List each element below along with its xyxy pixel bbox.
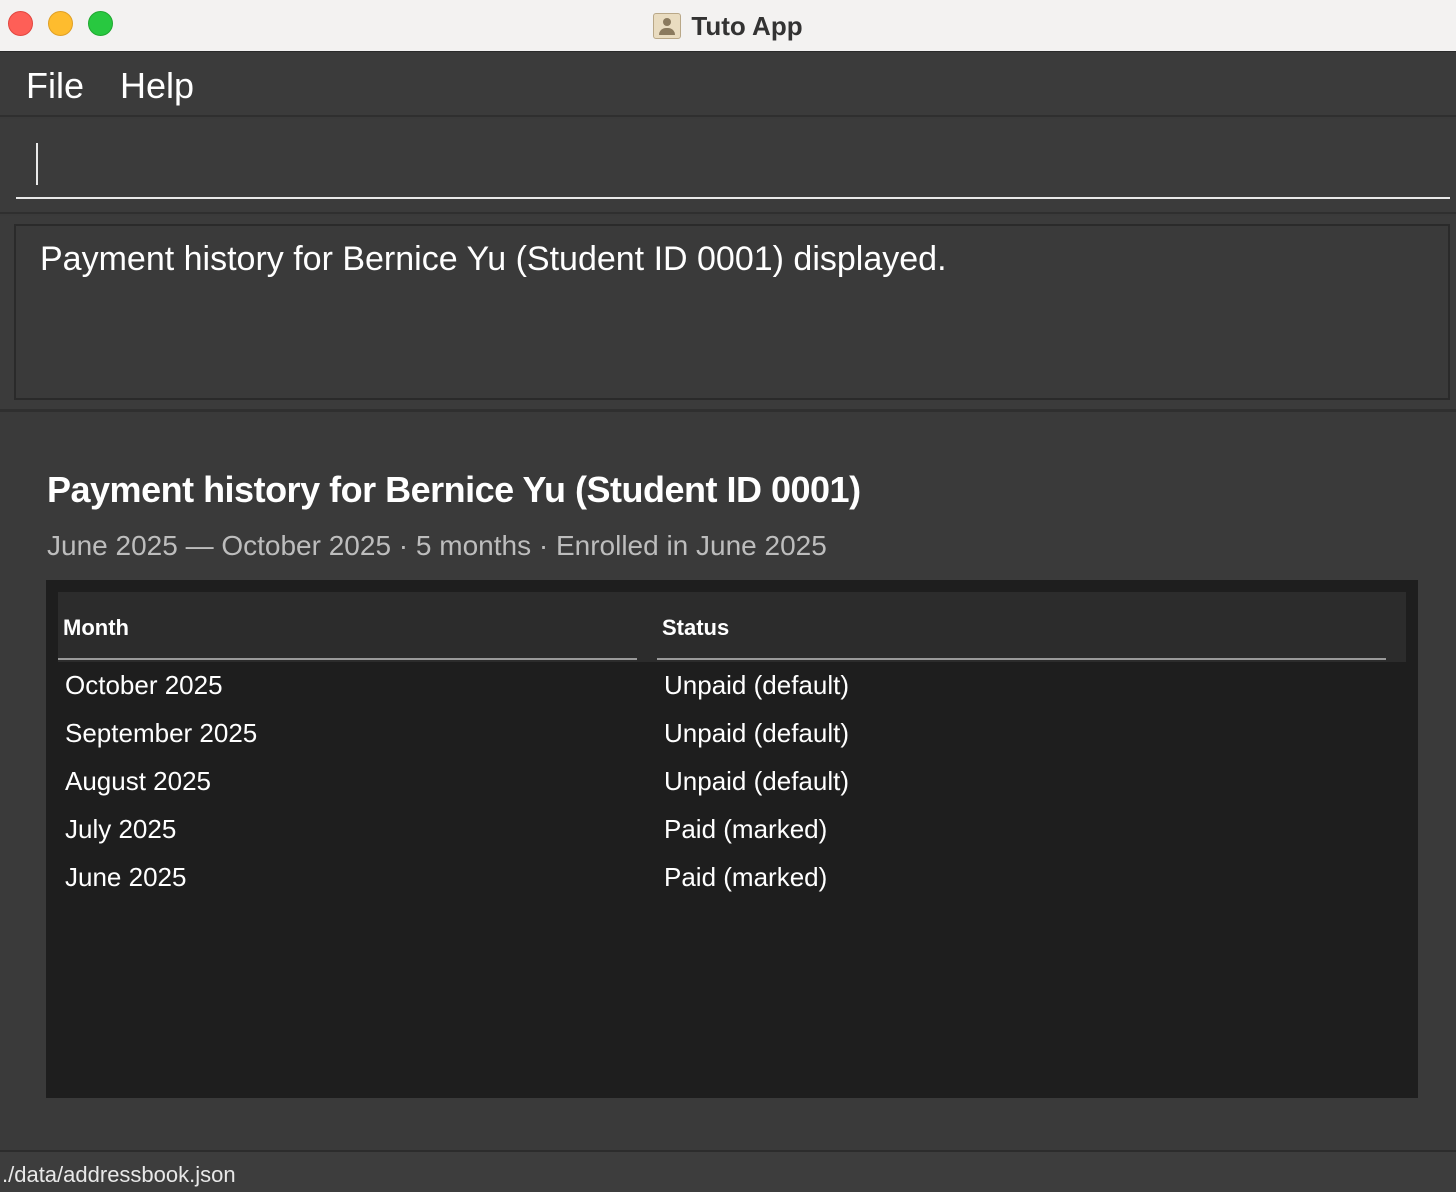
data-file-path: ./data/addressbook.json <box>2 1162 236 1187</box>
app-window: Tuto App File Help Payment history for B… <box>0 0 1456 1192</box>
payment-table[interactable]: Month Status October 2025 Unpaid (defaul… <box>46 580 1418 1098</box>
cell-status: Paid (marked) <box>664 814 828 844</box>
table-row[interactable]: August 2025 Unpaid (default) <box>58 760 1406 808</box>
table-row[interactable]: July 2025 Paid (marked) <box>58 808 1406 856</box>
cell-status: Unpaid (default) <box>664 766 849 796</box>
cell-month: October 2025 <box>65 670 223 700</box>
text-caret <box>36 143 38 185</box>
column-divider <box>58 658 637 660</box>
panel-subheading: June 2025 — October 2025 · 5 months · En… <box>47 530 827 561</box>
menu-file[interactable]: File <box>26 65 84 107</box>
menu-help[interactable]: Help <box>120 65 194 107</box>
table-row[interactable]: October 2025 Unpaid (default) <box>58 664 1406 712</box>
result-message: Payment history for Bernice Yu (Student … <box>40 240 947 278</box>
contacts-book-icon <box>653 13 682 39</box>
cell-status: Unpaid (default) <box>664 718 849 748</box>
cell-status: Unpaid (default) <box>664 670 849 700</box>
column-header-month[interactable]: Month <box>63 615 129 641</box>
menu-bar: File Help <box>0 53 1456 117</box>
result-display-box[interactable]: Payment history for Bernice Yu (Student … <box>14 224 1450 400</box>
payment-history-panel: Payment history for Bernice Yu (Student … <box>0 414 1456 1150</box>
cell-month: September 2025 <box>65 718 258 748</box>
column-header-status[interactable]: Status <box>662 615 729 641</box>
window-title: Tuto App <box>691 10 803 41</box>
table-header: Month Status <box>58 592 1406 662</box>
table-row[interactable]: June 2025 Paid (marked) <box>58 856 1406 904</box>
table-body: October 2025 Unpaid (default) September … <box>58 664 1406 904</box>
table-row[interactable]: September 2025 Unpaid (default) <box>58 712 1406 760</box>
result-display-area: Payment history for Bernice Yu (Student … <box>0 216 1456 412</box>
cell-month: July 2025 <box>65 814 177 844</box>
cell-month: August 2025 <box>65 766 212 796</box>
cell-status: Paid (marked) <box>664 862 828 892</box>
panel-heading: Payment history for Bernice Yu (Student … <box>47 469 861 510</box>
title-bar: Tuto App <box>0 0 1456 52</box>
command-box-area <box>0 119 1456 214</box>
column-divider <box>657 658 1386 660</box>
status-bar: ./data/addressbook.json <box>0 1150 1456 1192</box>
title-group: Tuto App <box>0 0 1456 52</box>
cell-month: June 2025 <box>65 862 187 892</box>
command-input[interactable] <box>16 129 1450 199</box>
